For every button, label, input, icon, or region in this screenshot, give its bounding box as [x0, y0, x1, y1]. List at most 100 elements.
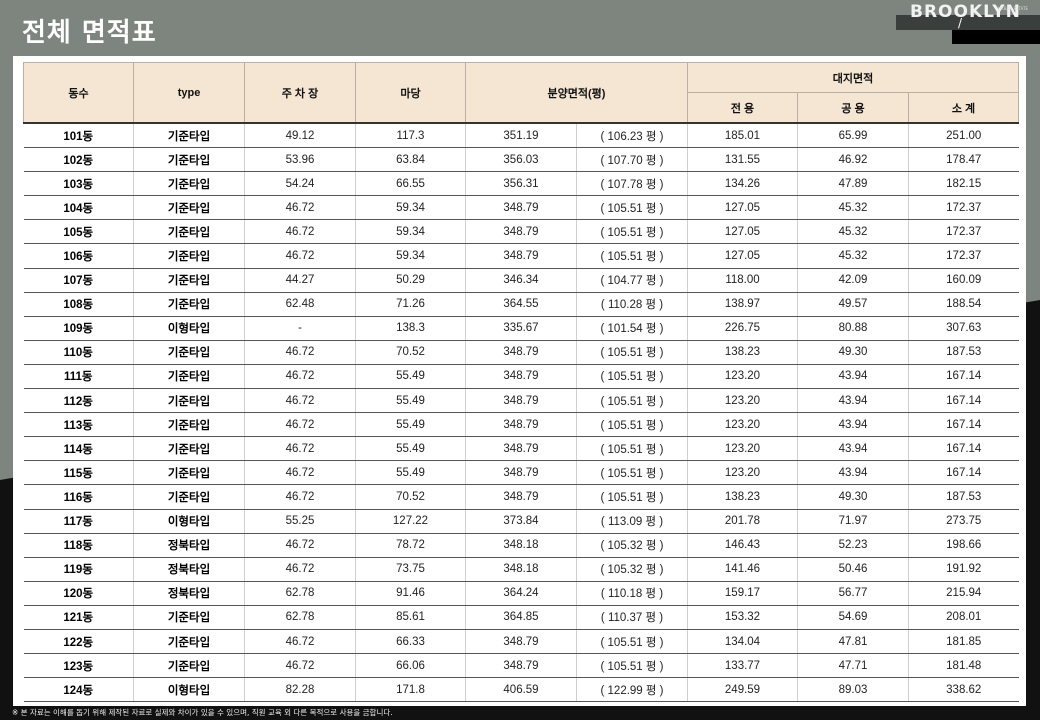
cell-yard: 78.72 [355, 533, 466, 558]
cell-subtotal: 181.85 [908, 629, 1019, 655]
cell-exclusive: 146.43 [687, 533, 798, 558]
cell-dong: 124동 [23, 677, 134, 703]
cell-pyeong: ( 122.99 평 ) [576, 677, 688, 703]
cell-common: 42.09 [797, 268, 909, 293]
cell-exclusive: 131.55 [687, 147, 798, 173]
cell-sale-area: 348.79 [465, 629, 577, 655]
cell-pyeong: ( 104.77 평 ) [576, 268, 688, 293]
cell-parking: 46.72 [244, 388, 356, 414]
cell-subtotal: 187.53 [908, 484, 1019, 510]
cell-common: 45.32 [797, 243, 909, 269]
cell-yard: 70.52 [355, 340, 466, 365]
cell-parking: 49.12 [244, 122, 356, 149]
cell-parking: - [244, 316, 356, 341]
cell-yard: 171.8 [355, 677, 466, 703]
cell-common: 49.30 [797, 340, 909, 365]
cell-parking: 62.78 [244, 581, 356, 606]
cell-sale-area: 348.79 [465, 219, 577, 245]
table-row: 111동 기준타입 46.72 55.49 348.79( 105.51 평 ) 123.… [23, 364, 1019, 390]
cell-yard: 55.49 [355, 364, 466, 390]
cell-yard: 55.49 [355, 436, 466, 462]
cell-type: 기준타입 [133, 412, 245, 438]
cell-pyeong: ( 105.51 평 ) [576, 219, 688, 245]
table-row: 102동 기준타입 53.96 63.84 356.03( 107.70 평 ) 131.… [23, 147, 1019, 173]
logo-text: BROOKLYN [910, 2, 1021, 22]
cell-dong: 119동 [23, 557, 134, 582]
cell-sale-area: 351.19 [465, 122, 577, 149]
cell-subtotal: 167.14 [908, 364, 1019, 390]
cell-subtotal: 208.01 [908, 605, 1019, 630]
logo-subtext: URBAN ESTATE [998, 6, 1029, 11]
cell-sale-area: 348.79 [465, 195, 577, 221]
cell-yard: 127.22 [355, 509, 466, 534]
cell-subtotal: 167.14 [908, 460, 1019, 486]
table-row: 105동 기준타입 46.72 59.34 348.79( 105.51 평 ) 127.… [23, 219, 1019, 245]
cell-common: 50.46 [797, 557, 909, 582]
cell-subtotal: 172.37 [908, 219, 1019, 245]
cell-parking: 46.72 [244, 364, 356, 390]
cell-dong: 117동 [23, 509, 134, 534]
cell-dong: 115동 [23, 460, 134, 486]
cell-pyeong: ( 106.23 평 ) [576, 122, 688, 149]
cell-parking: 46.72 [244, 340, 356, 365]
cell-pyeong: ( 105.51 평 ) [576, 388, 688, 414]
cell-parking: 46.72 [244, 243, 356, 269]
cell-type: 정북타입 [133, 533, 245, 558]
cell-subtotal: 215.94 [908, 581, 1019, 606]
cell-common: 45.32 [797, 219, 909, 245]
cell-yard: 66.06 [355, 653, 466, 679]
cell-type: 기준타입 [133, 147, 245, 173]
cell-parking: 62.48 [244, 292, 356, 317]
table-row: 117동 이형타입 55.25 127.22 373.84( 113.09 평 ) 201… [23, 509, 1019, 534]
cell-subtotal: 191.92 [908, 557, 1019, 582]
cell-sale-area: 364.24 [465, 581, 577, 606]
cell-dong: 107동 [23, 268, 134, 293]
cell-subtotal: 167.14 [908, 412, 1019, 438]
table-header: 동수 type 주 차 장 마당 분양면적(평) 대지면적 전 용 공 용 소 … [23, 62, 1019, 124]
cell-dong: 105동 [23, 219, 134, 245]
table-row: 108동 기준타입 62.48 71.26 364.55( 110.28 평 ) 138.… [23, 292, 1019, 317]
cell-type: 기준타입 [133, 243, 245, 269]
cell-exclusive: 185.01 [687, 122, 798, 149]
cell-sale-area: 348.79 [465, 436, 577, 462]
cell-dong: 121동 [23, 605, 134, 630]
cell-dong: 116동 [23, 484, 134, 510]
cell-exclusive: 123.20 [687, 388, 798, 414]
cell-type: 기준타입 [133, 219, 245, 245]
area-table: 동수 type 주 차 장 마당 분양면적(평) 대지면적 전 용 공 용 소 … [23, 62, 1019, 703]
cell-sale-area: 348.79 [465, 340, 577, 365]
cell-yard: 91.46 [355, 581, 466, 606]
cell-pyeong: ( 107.78 평 ) [576, 171, 688, 197]
cell-pyeong: ( 101.54 평 ) [576, 316, 688, 341]
cell-dong: 118동 [23, 533, 134, 558]
header-sale-area: 분양면적(평) [465, 62, 688, 124]
cell-type: 이형타입 [133, 509, 245, 534]
cell-type: 기준타입 [133, 268, 245, 293]
cell-parking: 46.72 [244, 557, 356, 582]
table-row: 115동 기준타입 46.72 55.49 348.79( 105.51 평 ) 123.… [23, 460, 1019, 486]
cell-common: 43.94 [797, 364, 909, 390]
cell-parking: 53.96 [244, 147, 356, 173]
cell-yard: 55.49 [355, 388, 466, 414]
cell-parking: 46.72 [244, 412, 356, 438]
cell-type: 기준타입 [133, 340, 245, 365]
logo-mark: / [958, 16, 963, 30]
cell-pyeong: ( 105.51 평 ) [576, 243, 688, 269]
cell-parking: 46.72 [244, 533, 356, 558]
cell-common: 47.89 [797, 171, 909, 197]
cell-type: 기준타입 [133, 460, 245, 486]
cell-yard: 50.29 [355, 268, 466, 293]
cell-exclusive: 123.20 [687, 436, 798, 462]
cell-sale-area: 364.85 [465, 605, 577, 630]
cell-common: 43.94 [797, 388, 909, 414]
cell-pyeong: ( 105.32 평 ) [576, 533, 688, 558]
cell-yard: 55.49 [355, 412, 466, 438]
cell-subtotal: 172.37 [908, 243, 1019, 269]
cell-type: 기준타입 [133, 436, 245, 462]
cell-sale-area: 348.79 [465, 460, 577, 486]
cell-sale-area: 348.79 [465, 243, 577, 269]
cell-common: 52.23 [797, 533, 909, 558]
table-row: 123동 기준타입 46.72 66.06 348.79( 105.51 평 ) 133.… [23, 653, 1019, 679]
cell-subtotal: 160.09 [908, 268, 1019, 293]
table-row: 110동 기준타입 46.72 70.52 348.79( 105.51 평 ) 138.… [23, 340, 1019, 365]
